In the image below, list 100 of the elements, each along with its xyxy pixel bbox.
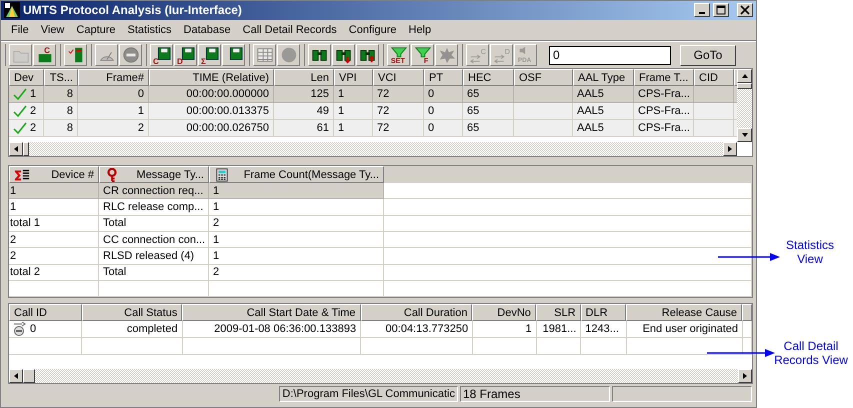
scroll-right-button[interactable] (738, 369, 752, 384)
goto-button[interactable]: GoTo (680, 44, 736, 66)
menu-item[interactable]: File (5, 22, 35, 38)
column-header[interactable]: AAL Type (573, 69, 634, 86)
table-cell: 65 (467, 88, 480, 100)
table-cell: 72 (377, 88, 390, 100)
table-cell: total 2 (10, 266, 40, 278)
table-cell: 2 (30, 105, 36, 118)
table-cell: 8 (66, 105, 73, 118)
table-cell: 49 (316, 105, 329, 118)
table-cell: 8 (66, 122, 73, 134)
empty-cell (743, 338, 752, 356)
column-header[interactable]: TS... (44, 69, 78, 86)
table-cell: CPS-Fra... (638, 105, 690, 118)
toolbar-button[interactable] (332, 44, 355, 66)
scroll-left-button[interactable] (9, 142, 23, 156)
scroll-up-button[interactable] (737, 69, 752, 84)
scrollbar-thumb[interactable] (23, 142, 29, 156)
window-title: UMTS Protocol Analysis (Iur-Interface) (23, 3, 243, 18)
table-cell: AAL5 (577, 105, 604, 118)
menu-item[interactable]: View (34, 22, 70, 38)
table-cell: 8 (66, 88, 73, 100)
column-header[interactable]: Dev (9, 69, 44, 86)
table-cell: 72 (377, 122, 390, 134)
table-cell: CC connection con... (103, 234, 206, 246)
column-header[interactable]: HEC (463, 69, 514, 86)
column-header[interactable]: TIME (Relative) (149, 69, 274, 86)
table-cell: AAL5 (577, 122, 604, 134)
table-cell: 1 (338, 122, 344, 134)
table-cell: 2009-01-08 06:36:00.133893 (214, 323, 356, 336)
table-cell: 00:00:00.000000 (186, 88, 269, 100)
table-cell: 2 (30, 122, 36, 134)
right-arrow-icon (727, 146, 733, 152)
table-cell: 1243... (585, 323, 619, 336)
table-cell: 0 (428, 105, 434, 118)
toolbar-button[interactable] (356, 44, 379, 66)
horizontal-scrollbar[interactable] (9, 369, 752, 384)
column-header[interactable]: PT (424, 69, 463, 86)
table-cell: CR connection req... (103, 184, 204, 197)
table-cell: RLSD released (4) (103, 250, 194, 262)
scrollbar-thumb[interactable] (737, 83, 752, 90)
table-icon (256, 46, 274, 64)
table-cell: 72 (377, 105, 390, 118)
column-header[interactable]: Len (274, 69, 334, 86)
annotation-label: Call Detail Records View (773, 340, 849, 368)
column-header[interactable]: Release Cause (626, 304, 742, 322)
menu-item[interactable]: Configure (342, 22, 402, 38)
column-header[interactable]: Call Status (82, 304, 182, 322)
table-cell: 65 (467, 105, 480, 118)
table-cell: 1 (138, 105, 144, 118)
close-button[interactable] (737, 3, 753, 18)
menu-item[interactable]: Database (178, 22, 237, 38)
table-cell: AAL5 (577, 88, 604, 100)
table-cell: 00:00:00.013375 (186, 105, 269, 118)
column-header[interactable]: DLR (580, 304, 626, 322)
toolbar-button[interactable] (222, 44, 245, 66)
column-header[interactable]: DevNo (472, 304, 536, 322)
menu-item[interactable]: Call Detail Records (236, 22, 343, 38)
stop-icon (122, 46, 140, 64)
column-header[interactable]: Call ID (9, 304, 82, 322)
table-cell: 1 (213, 184, 220, 197)
maximize-button[interactable] (713, 3, 729, 18)
table-cell: CPS-Fra... (638, 122, 690, 134)
column-header[interactable]: Frame# (78, 69, 149, 86)
table-cell: total 1 (10, 217, 40, 230)
scrollbar-thumb[interactable] (23, 369, 35, 384)
arrow (718, 253, 780, 261)
column-header[interactable]: Call Start Date & Time (182, 304, 361, 322)
column-header[interactable]: Frame T... (634, 69, 694, 86)
column-header[interactable]: VPI (334, 69, 373, 86)
menu-item[interactable]: Capture (70, 22, 122, 38)
menu-item[interactable]: Statistics (122, 22, 178, 38)
scroll-down-button[interactable] (737, 128, 752, 142)
table-cell: 1 (10, 184, 16, 197)
checklist-icon (66, 46, 84, 64)
scroll-left-button[interactable] (9, 369, 23, 384)
column-header[interactable]: CID (694, 69, 734, 86)
table-cell: 00:00:00.026750 (186, 122, 269, 134)
table-cell: 0 (138, 88, 144, 100)
table-cell: 61 (316, 122, 329, 134)
goto-field[interactable]: 0 (549, 46, 671, 65)
table-cell: 00:04:13.773250 (386, 323, 468, 336)
vertical-scrollbar[interactable] (737, 69, 752, 142)
column-header[interactable]: SLR (536, 304, 581, 322)
column-header[interactable]: Call Duration (360, 304, 472, 322)
minimize-button[interactable] (694, 3, 710, 18)
table-cell: 1 (338, 88, 344, 100)
table-cell: 65 (467, 122, 480, 134)
up-arrow-icon (742, 73, 748, 80)
scroll-right-button[interactable] (723, 142, 737, 156)
table-cell: 2 (213, 266, 220, 278)
column-header[interactable]: VCI (373, 69, 424, 86)
table-cell: 0 (30, 323, 36, 336)
horizontal-scrollbar[interactable] (9, 142, 737, 156)
toolbar-button[interactable] (308, 44, 331, 66)
menu-item[interactable]: Help (402, 22, 438, 38)
table-cell: 1 (526, 323, 532, 336)
table-cell: Total (103, 266, 126, 278)
table-cell: 1 (213, 201, 220, 213)
column-header[interactable]: OSF (514, 69, 573, 86)
